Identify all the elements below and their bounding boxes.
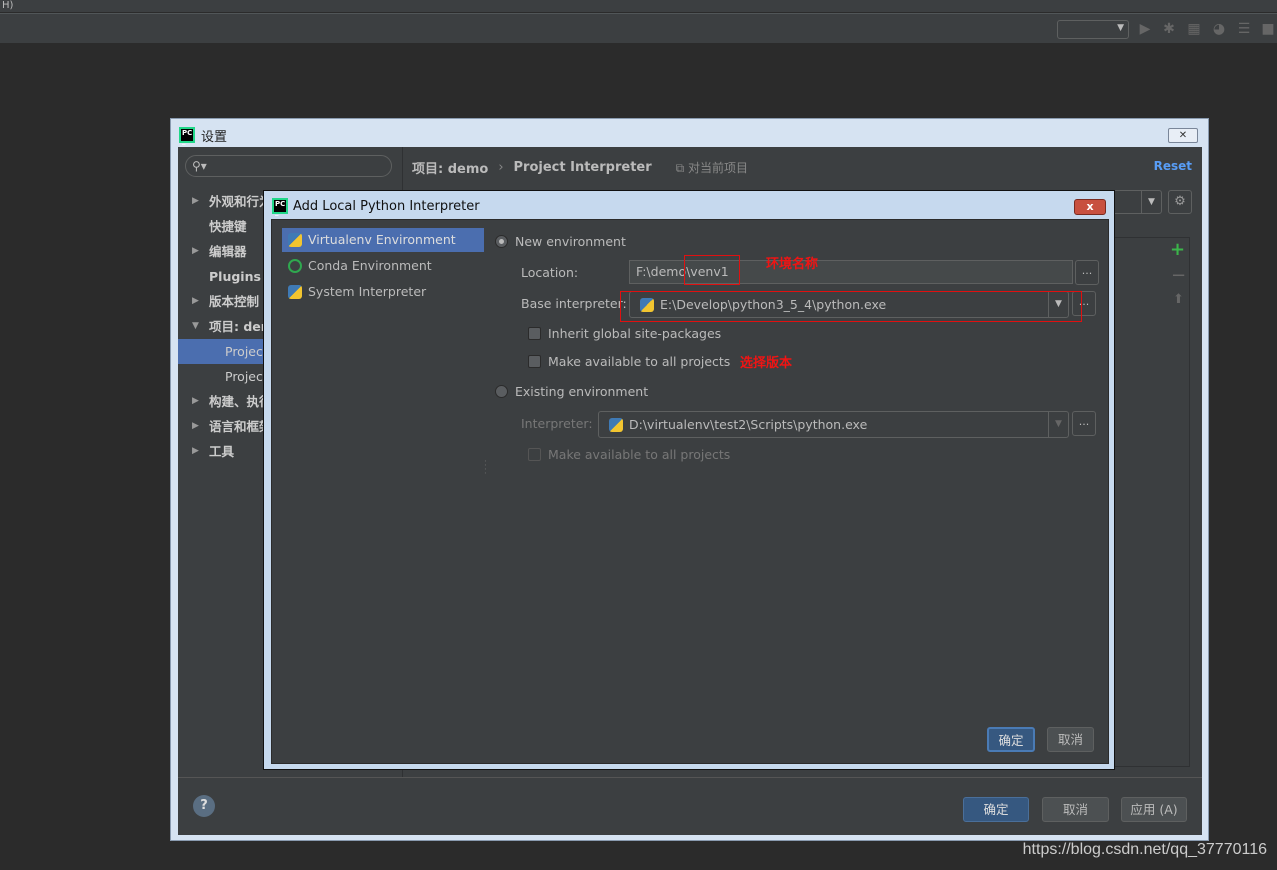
new-environment-label: New environment <box>515 234 626 249</box>
settings-close-button[interactable]: ✕ <box>1168 128 1198 143</box>
copy-icon: ⧉ <box>675 161 685 175</box>
annotation-env-name: 环境名称 <box>766 257 819 272</box>
breadcrumb-page: Project Interpreter <box>513 160 652 175</box>
existing-make-available-label: Make available to all projects <box>548 447 731 462</box>
coverage-icon[interactable]: ▦ <box>1186 21 1202 37</box>
chevron-right-icon[interactable]: ▶ <box>192 414 199 439</box>
splitter-handle[interactable]: · · · · <box>484 458 487 479</box>
search-icon: ⚲▾ <box>192 159 207 173</box>
python-virtualenv-icon <box>609 418 623 432</box>
dialog-title: Add Local Python Interpreter <box>293 198 480 214</box>
existing-environment-radio[interactable] <box>495 385 508 398</box>
debug-icon[interactable]: ✱ <box>1161 21 1177 37</box>
dialog-close-button[interactable]: x <box>1074 199 1106 215</box>
conda-icon <box>288 259 302 273</box>
new-environment-radio[interactable] <box>495 235 508 248</box>
inherit-site-packages-label: Inherit global site-packages <box>548 326 722 341</box>
location-label: Location: <box>521 265 579 280</box>
chevron-right-icon[interactable]: ▶ <box>192 289 199 314</box>
python-icon <box>288 285 302 299</box>
pycharm-logo-icon: PC _ <box>272 198 288 216</box>
chevron-right-icon[interactable]: ▶ <box>192 189 199 214</box>
existing-interpreter-browse-button[interactable]: ... <box>1072 411 1096 436</box>
upgrade-package-icon[interactable]: ⬆ <box>1173 292 1184 307</box>
sidebar-item-label: 快捷键 <box>209 219 247 234</box>
run-icon[interactable]: ▶ <box>1137 21 1153 37</box>
chevron-right-icon[interactable]: ▶ <box>192 389 199 414</box>
chevron-down-icon: ▼ <box>1141 191 1161 213</box>
chevron-down-icon: ▼ <box>1048 412 1068 437</box>
settings-footer: ? 确定 取消 应用 (A) <box>178 777 1202 835</box>
python-virtualenv-icon <box>288 233 302 247</box>
settings-search-input[interactable]: ⚲▾ <box>185 155 392 177</box>
scope-label: ⧉ 对当前项目 <box>676 159 748 176</box>
location-browse-button[interactable]: ... <box>1075 260 1099 285</box>
scope-text: 对当前项目 <box>688 161 749 175</box>
chevron-down-icon: ▼ <box>1117 23 1124 33</box>
dialog-cancel-button[interactable]: 取消 <box>1047 727 1094 752</box>
type-conda[interactable]: Conda Environment <box>282 254 484 278</box>
packages-table <box>1108 237 1190 767</box>
pycharm-logo-icon: PC _ <box>179 127 195 145</box>
type-label: Virtualenv Environment <box>308 232 456 247</box>
run-config-select[interactable]: ▼ <box>1057 20 1129 39</box>
sidebar-item-label: Plugins <box>209 269 261 284</box>
breadcrumb: 项目: demo › Project Interpreter ⧉ 对当前项目 <box>412 158 748 177</box>
watermark: https://blog.csdn.net/qq_37770116 <box>1022 841 1267 858</box>
chevron-down-icon[interactable]: ▼ <box>192 314 199 339</box>
concurrency-icon[interactable]: ☰ <box>1236 21 1252 37</box>
ide-toolbar: ▼ ▶ ✱ ▦ ◕ ☰ ■ <box>0 13 1277 44</box>
profile-icon[interactable]: ◕ <box>1211 21 1227 37</box>
menu-strip: H) <box>0 0 1277 13</box>
sidebar-item-label: 版本控制 <box>209 294 260 309</box>
help-button[interactable]: ? <box>193 795 215 817</box>
sidebar-item-label: 工具 <box>209 444 235 459</box>
settings-titlebar: PC _ 设置 <box>179 125 227 145</box>
gear-icon[interactable]: ⚙ <box>1168 190 1192 214</box>
settings-ok-button[interactable]: 确定 <box>963 797 1029 822</box>
sidebar-item-label: 编辑器 <box>209 244 247 259</box>
annotation-box-env-name <box>684 255 740 285</box>
settings-cancel-button[interactable]: 取消 <box>1042 797 1109 822</box>
base-interpreter-label: Base interpreter: <box>521 296 627 311</box>
chevron-right-icon[interactable]: ▶ <box>192 239 199 264</box>
existing-make-available-checkbox[interactable] <box>528 448 541 461</box>
existing-environment-label: Existing environment <box>515 384 649 399</box>
interpreter-label: Interpreter: <box>521 416 593 431</box>
annotation-box-base-interpreter <box>620 291 1082 322</box>
type-virtualenv[interactable]: Virtualenv Environment <box>282 228 484 252</box>
add-package-icon[interactable]: + <box>1170 239 1185 260</box>
settings-apply-button[interactable]: 应用 (A) <box>1121 797 1187 822</box>
chevron-right-icon[interactable]: ▶ <box>192 439 199 464</box>
annotation-choose-version: 选择版本 <box>740 356 793 371</box>
breadcrumb-project[interactable]: 项目: demo <box>412 158 488 177</box>
dialog-titlebar: PC _ Add Local Python Interpreter <box>272 198 480 216</box>
type-system[interactable]: System Interpreter <box>282 280 484 304</box>
type-label: System Interpreter <box>308 284 427 299</box>
existing-interpreter-select[interactable]: D:\virtualenv\test2\Scripts\python.exe ▼ <box>598 411 1069 438</box>
type-label: Conda Environment <box>308 258 432 273</box>
settings-title: 设置 <box>201 129 228 145</box>
menu-help[interactable]: H) <box>2 0 13 11</box>
make-available-label: Make available to all projects <box>548 354 731 369</box>
dialog-ok-button[interactable]: 确定 <box>987 727 1035 752</box>
inherit-site-packages-checkbox[interactable] <box>528 327 541 340</box>
breadcrumb-separator: › <box>498 160 504 175</box>
make-available-checkbox[interactable] <box>528 355 541 368</box>
stop-icon[interactable]: ■ <box>1260 21 1276 37</box>
remove-package-icon[interactable]: − <box>1171 265 1186 286</box>
reset-link[interactable]: Reset <box>1154 159 1192 173</box>
existing-interpreter-value: D:\virtualenv\test2\Scripts\python.exe <box>629 417 868 432</box>
